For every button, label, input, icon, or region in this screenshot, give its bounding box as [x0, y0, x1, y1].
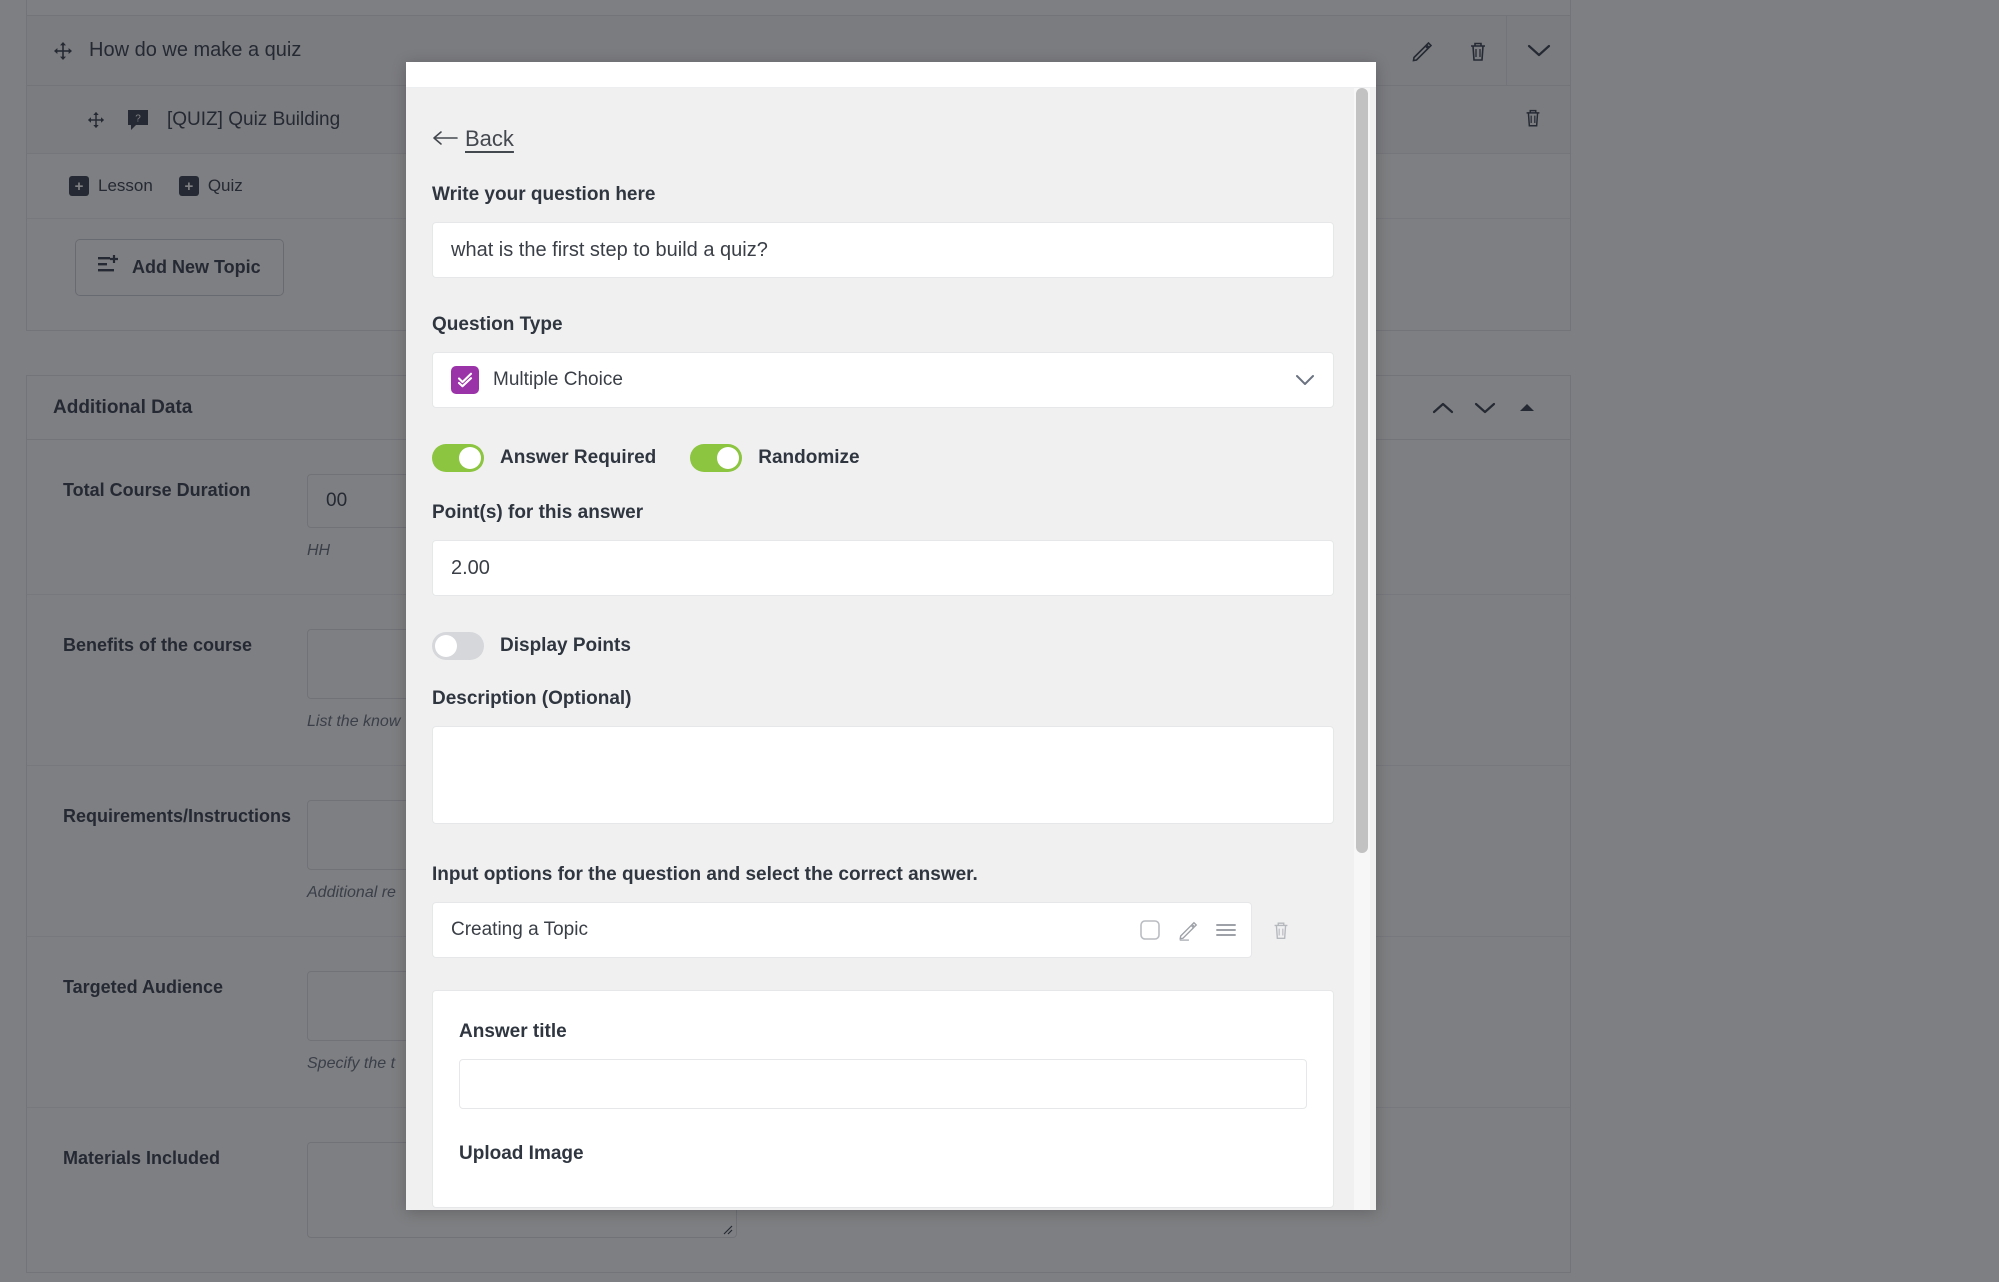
- answer-editor-card: Answer title Upload Image: [432, 990, 1334, 1208]
- randomize-label: Randomize: [758, 447, 860, 468]
- question-toggles: Answer Required Randomize: [432, 444, 1334, 472]
- display-points-label: Display Points: [500, 635, 631, 656]
- scrollbar-thumb[interactable]: [1356, 88, 1368, 853]
- question-editor-modal: Back Write your question here what is th…: [406, 62, 1376, 1210]
- modal-topbar: [406, 62, 1376, 88]
- points-label: Point(s) for this answer: [432, 502, 644, 523]
- answer-row-icons: [1139, 919, 1237, 941]
- toggle-knob: [435, 635, 457, 657]
- question-field-label: Write your question here: [432, 184, 656, 205]
- answer-required-toggle-group: Answer Required: [432, 444, 656, 472]
- answer-required-label: Answer Required: [500, 447, 657, 468]
- answer-required-toggle[interactable]: [432, 444, 484, 472]
- toggle-knob: [717, 447, 740, 469]
- answer-title-input[interactable]: [459, 1059, 1307, 1109]
- options-caption: Input options for the question and selec…: [432, 864, 978, 885]
- display-points-row: Display Points: [432, 632, 1334, 660]
- randomize-toggle-group: Randomize: [690, 444, 860, 472]
- upload-image-label: Upload Image: [459, 1143, 584, 1164]
- modal-scrollbar[interactable]: [1354, 88, 1370, 1210]
- answer-title-label: Answer title: [459, 1021, 567, 1042]
- toggle-knob: [459, 447, 481, 469]
- display-points-toggle[interactable]: [432, 632, 484, 660]
- answer-text: Creating a Topic: [451, 919, 588, 940]
- question-input[interactable]: what is the first step to build a quiz?: [432, 222, 1334, 278]
- edit-icon[interactable]: [1177, 919, 1199, 941]
- arrow-left-icon: [432, 126, 458, 152]
- points-input[interactable]: 2.00: [432, 540, 1334, 596]
- back-label: Back: [465, 126, 514, 151]
- back-link[interactable]: Back: [432, 126, 514, 152]
- randomize-toggle[interactable]: [690, 444, 743, 472]
- modal-content: Back Write your question here what is th…: [406, 88, 1376, 1208]
- question-type-value: Multiple Choice: [493, 369, 623, 390]
- description-label: Description (Optional): [432, 688, 632, 709]
- modal-scroll-area: Back Write your question here what is th…: [406, 88, 1376, 1210]
- checkbox-icon[interactable]: [1139, 919, 1161, 941]
- drag-handle-icon[interactable]: [1215, 922, 1237, 938]
- answer-row[interactable]: Creating a Topic: [432, 902, 1252, 958]
- chevron-down-icon[interactable]: [1295, 374, 1315, 386]
- answer-row-wrapper: Creating a Topic: [432, 902, 1334, 958]
- delete-answer-icon[interactable]: [1270, 918, 1292, 942]
- display-points-toggle-group: Display Points: [432, 632, 631, 660]
- multiple-choice-icon: [451, 366, 479, 394]
- question-type-select[interactable]: Multiple Choice: [432, 352, 1334, 408]
- description-textarea[interactable]: [432, 726, 1334, 824]
- question-type-label: Question Type: [432, 314, 563, 335]
